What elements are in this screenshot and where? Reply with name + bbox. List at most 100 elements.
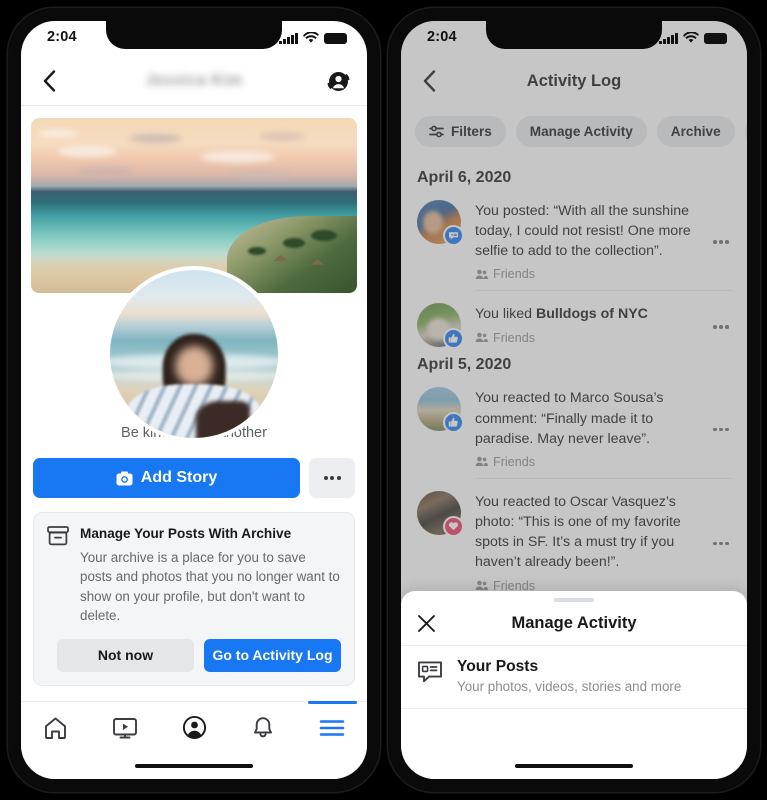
wifi-icon xyxy=(683,32,699,43)
log-text: You liked Bulldogs of NYC Friends xyxy=(461,300,707,344)
signal-bars-icon xyxy=(659,33,678,44)
status-time: 2:04 xyxy=(427,29,457,45)
like-badge-icon xyxy=(443,412,464,434)
home-indicator xyxy=(21,753,367,779)
chip-label: Archive xyxy=(670,124,721,139)
profile-switch-icon xyxy=(327,71,349,91)
chevron-left-icon xyxy=(43,70,55,92)
friends-icon xyxy=(475,269,488,279)
bell-icon xyxy=(254,716,273,737)
screen-activity-log: 2:04 Activity Log Filters Manage Activit… xyxy=(401,21,747,779)
go-to-activity-log-button[interactable]: Go to Activity Log xyxy=(204,638,341,672)
tab-menu[interactable] xyxy=(298,701,367,753)
profile-more-button[interactable] xyxy=(309,458,355,498)
log-line: You reacted to Oscar Vasquez’s photo: “T… xyxy=(475,493,681,571)
sheet-bottom-padding xyxy=(401,709,747,753)
log-menu-button[interactable] xyxy=(707,536,735,545)
back-button[interactable] xyxy=(417,69,441,93)
chevron-left-icon xyxy=(423,70,435,92)
profile-header: Jessica Kim xyxy=(21,57,367,105)
love-badge-icon xyxy=(443,515,464,537)
friends-icon xyxy=(475,332,488,343)
watch-icon xyxy=(112,717,137,738)
divider xyxy=(475,477,733,479)
tab-profile[interactable] xyxy=(159,702,228,753)
active-tab-indicator xyxy=(307,701,358,704)
phone-left: 2:04 Jessica Kim Add Story Manage Your P… xyxy=(8,8,380,792)
archive-card: Manage Your Posts With Archive Your arch… xyxy=(33,512,355,686)
profile-icon xyxy=(182,715,206,740)
not-now-button[interactable]: Not now xyxy=(57,638,194,672)
dot xyxy=(323,476,328,480)
status-icons xyxy=(659,30,727,44)
screen-profile: 2:04 Jessica Kim Add Story Manage Your P… xyxy=(21,21,367,779)
menu-icon xyxy=(320,719,345,736)
divider xyxy=(475,290,733,292)
log-thumbnail-wrap xyxy=(417,200,464,246)
chip-filters[interactable]: Filters xyxy=(415,116,506,147)
chip-archive[interactable]: Archive xyxy=(656,116,735,147)
status-icons xyxy=(279,30,347,44)
sliders-icon xyxy=(429,125,444,138)
list-item[interactable]: You posted: “With all the sunshine today… xyxy=(401,197,747,281)
log-audience: Friends xyxy=(475,331,699,345)
add-story-button[interactable]: Add Story xyxy=(33,458,300,498)
avatar-image xyxy=(110,270,278,438)
log-thumbnail-wrap xyxy=(417,490,464,537)
close-icon[interactable] xyxy=(417,614,436,633)
page-title: Jessica Kim xyxy=(145,72,243,89)
home-icon xyxy=(45,717,67,739)
profile-actions: Add Story xyxy=(33,458,355,498)
log-line: You posted: “With all the sunshine today… xyxy=(475,203,691,260)
status-bar: 2:04 xyxy=(21,21,367,57)
dot xyxy=(330,476,334,480)
log-thumbnail-wrap xyxy=(417,303,464,350)
like-badge-icon xyxy=(443,328,464,350)
bottom-tab-bar xyxy=(21,701,367,753)
avatar[interactable] xyxy=(106,266,282,442)
list-item[interactable]: You reacted to Marco Sousa’s comment: “F… xyxy=(401,384,747,469)
friends-icon xyxy=(475,457,488,467)
log-thumbnail-wrap xyxy=(417,387,464,434)
archive-box-icon xyxy=(47,526,69,546)
chip-label: Manage Activity xyxy=(529,124,633,139)
log-date-header: April 5, 2020 xyxy=(417,356,512,374)
tab-home[interactable] xyxy=(21,702,90,753)
chip-manage-activity[interactable]: Manage Activity xyxy=(515,116,647,147)
home-indicator xyxy=(401,753,747,779)
log-audience-label: Friends xyxy=(493,330,535,345)
log-text: You reacted to Oscar Vasquez’s photo: “T… xyxy=(461,488,707,593)
chip-label: Filters xyxy=(451,124,492,139)
log-menu-button[interactable] xyxy=(707,234,735,244)
sheet-row-your-posts[interactable]: Your Posts Your photos, videos, stories … xyxy=(401,646,747,709)
wifi-icon xyxy=(303,32,319,43)
camera-icon xyxy=(116,471,133,485)
status-time: 2:04 xyxy=(47,29,77,45)
tab-notifications[interactable] xyxy=(229,702,298,753)
manage-activity-sheet: Manage Activity Your Posts Your photos, … xyxy=(401,591,747,779)
log-menu-button[interactable] xyxy=(707,422,735,432)
log-text: You posted: “With all the sunshine today… xyxy=(461,197,707,281)
log-line: You reacted to Marco Sousa’s comment: “F… xyxy=(475,390,664,447)
comment-badge-icon xyxy=(443,225,464,246)
profile-switch-button[interactable] xyxy=(325,68,351,94)
archive-title: Manage Your Posts With Archive xyxy=(80,526,292,541)
log-menu-button[interactable] xyxy=(707,319,735,329)
chip-trash[interactable]: T xyxy=(744,116,747,147)
status-bar: 2:04 xyxy=(401,21,747,57)
activity-log-header: Activity Log xyxy=(401,57,747,105)
profile-body: Jessica Kim Be kind to one another Add S… xyxy=(21,106,367,701)
list-item[interactable]: You liked Bulldogs of NYC Friends xyxy=(401,300,747,350)
sheet-row-title: Your Posts xyxy=(457,658,539,675)
log-audience: Friends xyxy=(475,455,699,469)
sheet-title: Manage Activity xyxy=(511,614,637,632)
notch xyxy=(486,21,662,49)
tab-watch[interactable] xyxy=(90,702,159,753)
battery-icon xyxy=(324,33,347,44)
list-item[interactable]: You reacted to Oscar Vasquez’s photo: “T… xyxy=(401,488,747,593)
dot xyxy=(336,476,341,480)
back-button[interactable] xyxy=(37,69,61,93)
friends-icon xyxy=(475,580,488,591)
sheet-header: Manage Activity xyxy=(401,602,747,646)
battery-icon xyxy=(704,33,727,44)
